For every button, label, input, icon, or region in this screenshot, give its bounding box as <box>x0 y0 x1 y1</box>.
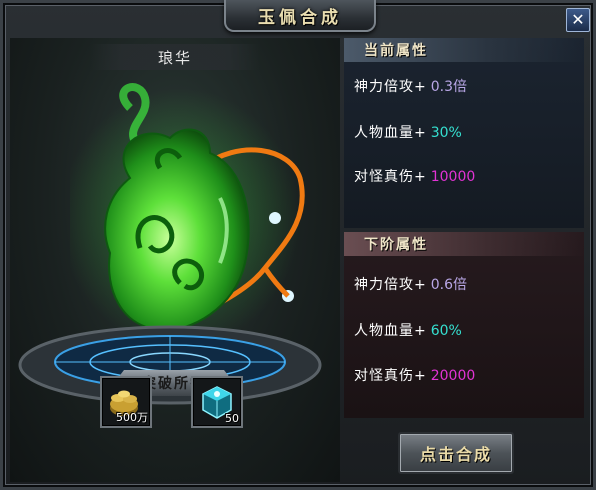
close-icon: ✕ <box>571 10 585 29</box>
current-attributes-title: 当前属性 <box>364 43 428 59</box>
stat-value: 60% <box>430 323 462 339</box>
stat-row: 神力倍攻+ 0.3倍 <box>354 76 467 96</box>
stat-row: 对怪真伤+ 20000 <box>354 365 475 385</box>
stat-label: 对怪真伤+ <box>354 169 427 185</box>
item-name: 琅华 <box>157 48 192 67</box>
stat-label: 神力倍攻+ <box>354 277 427 293</box>
material-slot-gem[interactable]: 50 <box>191 376 243 428</box>
item-name-bar: 琅华 <box>90 44 260 70</box>
next-attributes-title: 下阶属性 <box>364 237 428 253</box>
stat-row: 人物血量+ 30% <box>354 122 462 142</box>
current-attributes-panel: 当前属性 神力倍攻+ 0.3倍 人物血量+ 30% 对怪真伤+ 10000 <box>344 38 584 228</box>
summon-platform <box>18 325 322 405</box>
stat-row: 对怪真伤+ 10000 <box>354 166 475 186</box>
current-attributes-header: 当前属性 <box>344 38 584 62</box>
title-plate: 玉佩合成 <box>224 0 376 32</box>
jade-pendant-icon <box>70 83 305 348</box>
material-slot-gold[interactable]: 500万 <box>100 376 152 428</box>
close-button[interactable]: ✕ <box>566 8 590 32</box>
next-attributes-panel: 下阶属性 神力倍攻+ 0.6倍 人物血量+ 60% 对怪真伤+ 20000 <box>344 232 584 418</box>
stat-value: 10000 <box>430 169 476 185</box>
stat-row: 神力倍攻+ 0.6倍 <box>354 274 467 294</box>
stat-value: 0.6倍 <box>430 277 467 293</box>
stat-value: 0.3倍 <box>430 79 467 95</box>
stat-label: 神力倍攻+ <box>354 79 427 95</box>
compose-button-label: 点击合成 <box>419 445 492 464</box>
material-count: 50 <box>225 412 239 425</box>
stat-row: 人物血量+ 60% <box>354 320 462 340</box>
stat-label: 人物血量+ <box>354 323 427 339</box>
window-title: 玉佩合成 <box>258 7 342 28</box>
stat-value: 30% <box>430 125 462 141</box>
stat-label: 对怪真伤+ <box>354 368 427 384</box>
next-attributes-header: 下阶属性 <box>344 232 584 256</box>
stat-label: 人物血量+ <box>354 125 427 141</box>
material-count: 500万 <box>116 411 148 424</box>
stat-value: 20000 <box>430 368 476 384</box>
compose-button[interactable]: 点击合成 <box>398 432 514 474</box>
item-preview-pane: 琅华 突破所需 <box>10 38 340 482</box>
